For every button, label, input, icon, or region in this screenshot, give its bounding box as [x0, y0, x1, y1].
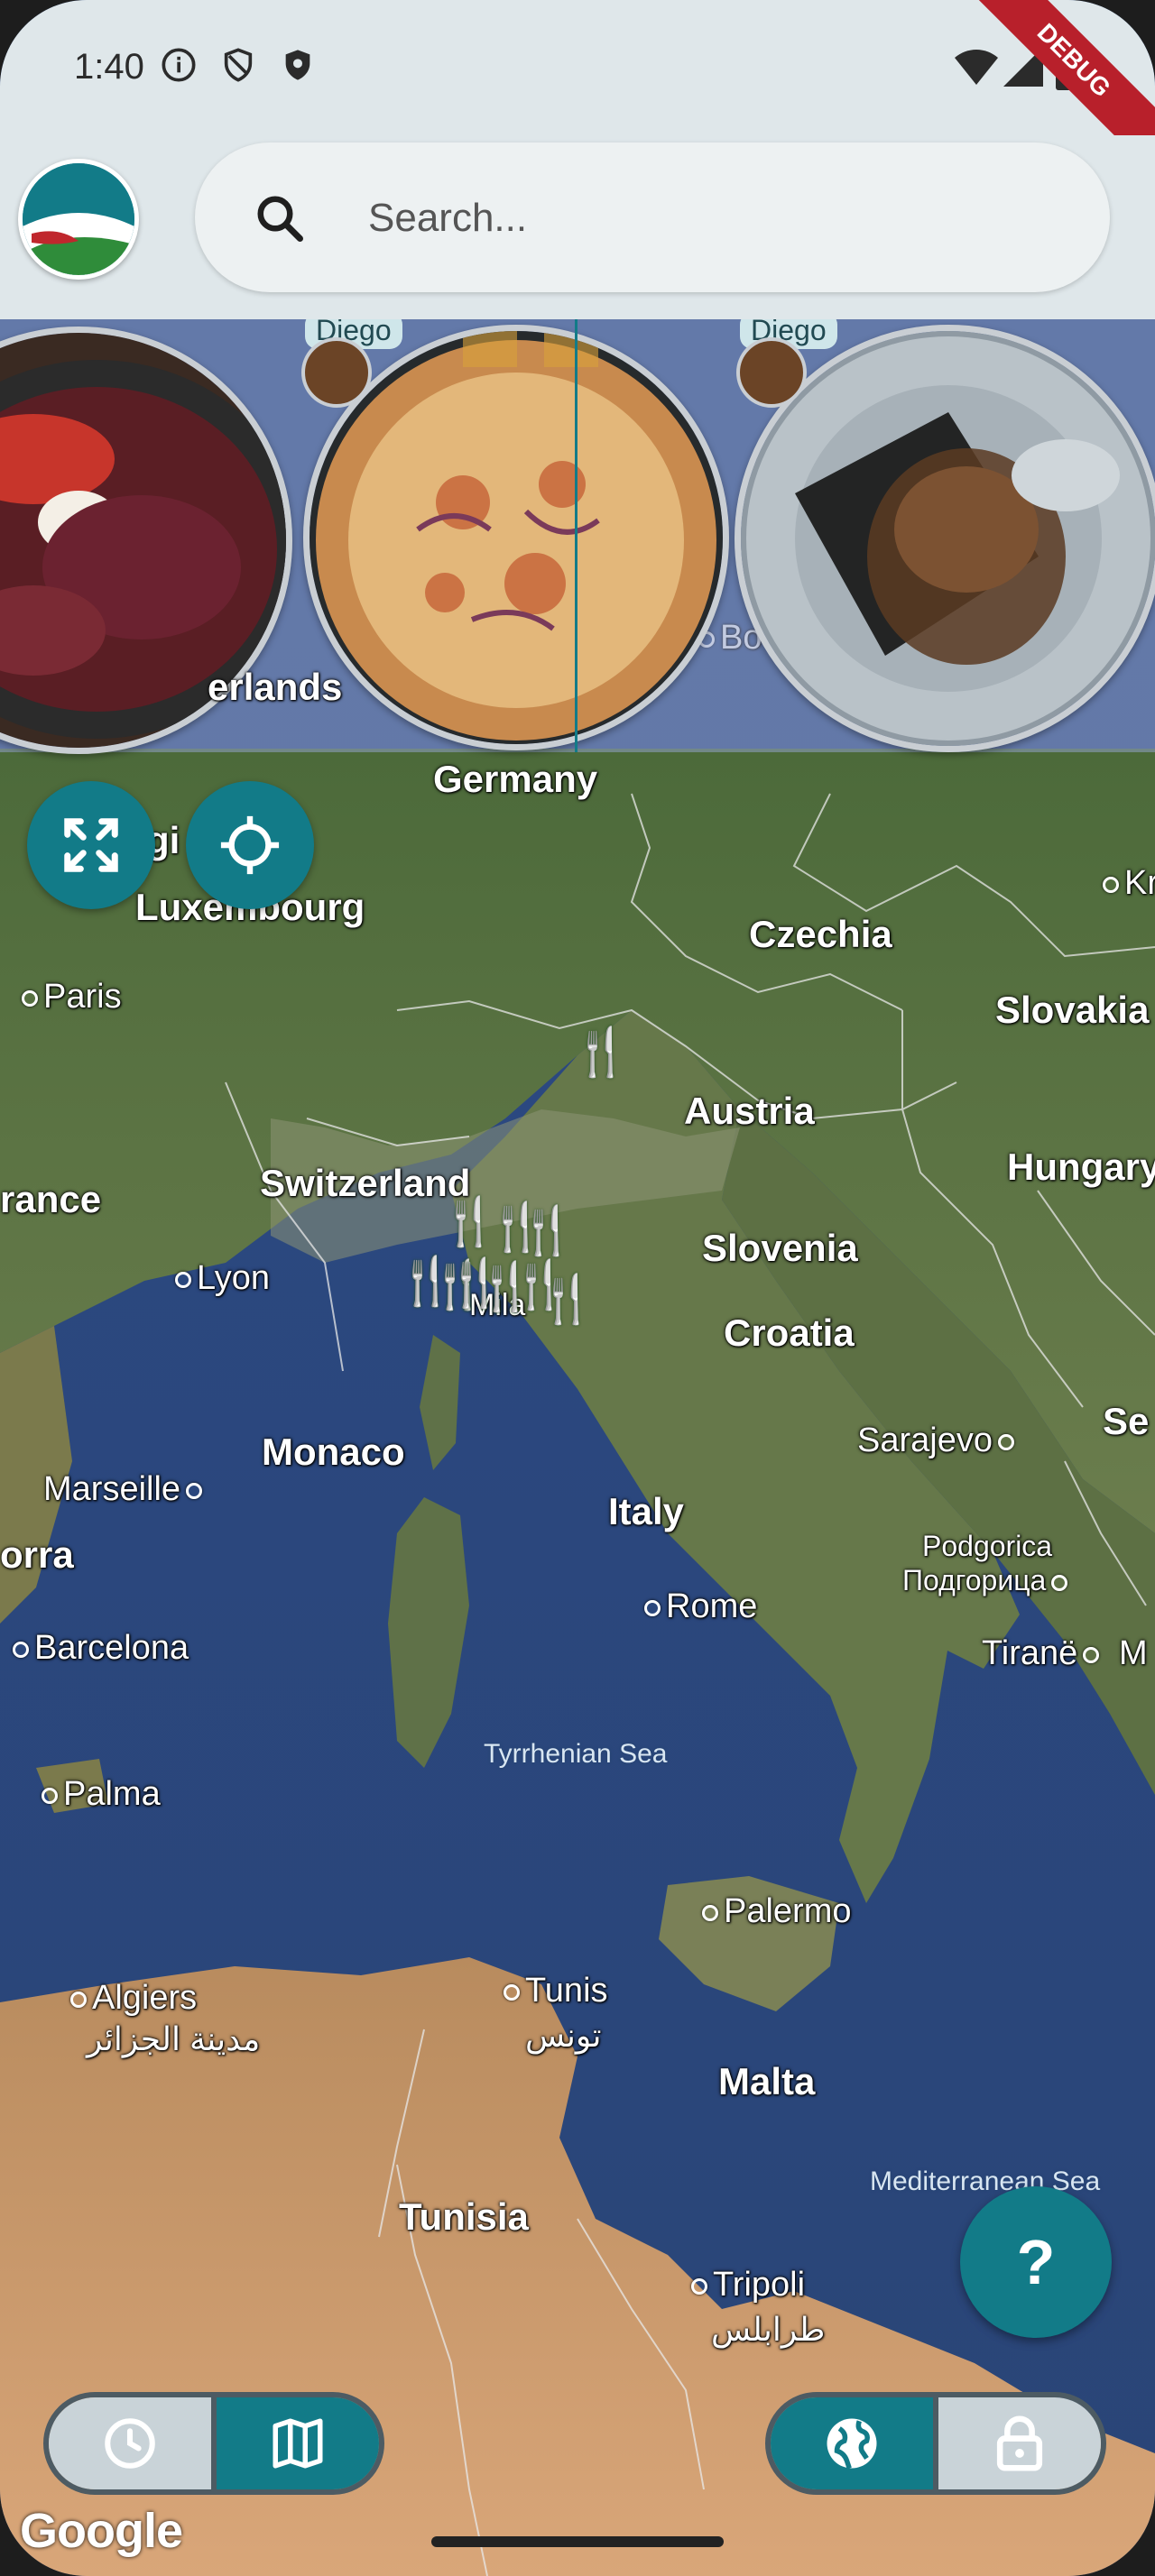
info-icon [162, 48, 196, 82]
user-avatar[interactable] [301, 337, 372, 408]
map-label-city: Podgorica [922, 1530, 1053, 1562]
user-avatar[interactable] [736, 337, 807, 408]
map-label-country: Malta [718, 2060, 816, 2102]
clock-icon [105, 2418, 155, 2469]
app-logo-image [23, 163, 134, 275]
map-label-country: Slovakia [995, 989, 1150, 1031]
map-label-sea: Tyrrhenian Sea [484, 1739, 668, 1769]
lock-icon [996, 2415, 1043, 2471]
public-button[interactable] [771, 2397, 933, 2489]
map-label-city: Tripoli [686, 2266, 805, 2305]
map-label-country: Slovenia [702, 1227, 858, 1269]
map-label-city: Rome [639, 1587, 757, 1626]
map-icon [273, 2418, 323, 2469]
search-bar[interactable] [195, 143, 1110, 292]
fullscreen-button[interactable] [27, 781, 155, 909]
map-label-country: Czechia [749, 913, 892, 955]
wifi-icon [955, 50, 998, 85]
map-label-city: Sarajevo [857, 1421, 1020, 1460]
map-label-country: Croatia [724, 1311, 855, 1354]
map-label-country: rance [0, 1178, 102, 1220]
map-label-country: Austria [684, 1090, 815, 1132]
globe-icon [827, 2418, 877, 2470]
map-label-city: Algiers [65, 1979, 197, 2018]
map-label-city: طرابلس [711, 2311, 826, 2348]
map-label-city: Lyon [170, 1259, 270, 1298]
map-label-country: Italy [608, 1490, 685, 1532]
status-time: 1:40 [74, 47, 144, 87]
map-label-city: Palermo [697, 1892, 852, 1931]
my-location-button[interactable] [186, 781, 314, 909]
map-label-country: Switzerland [260, 1162, 471, 1204]
help-button[interactable]: ? [960, 2186, 1112, 2338]
map-label-city: Palma [36, 1775, 161, 1814]
crosshair-icon [220, 815, 280, 875]
map-view-button[interactable] [211, 2397, 379, 2489]
restaurant-pin-icon[interactable]: 🍴 [518, 1203, 577, 1258]
food-photo-image [741, 331, 1155, 746]
map-label-country: erlands [208, 666, 343, 708]
home-indicator[interactable] [431, 2536, 724, 2547]
phone-screen: Germany Luxembourg Czechia Slovakia Aust… [0, 0, 1155, 2576]
app-logo[interactable] [18, 159, 139, 280]
food-photo-image [310, 331, 723, 744]
timeline-view-button[interactable] [49, 2397, 211, 2489]
top-app-bar [0, 135, 1155, 319]
view-mode-toggle [43, 2392, 384, 2495]
map-label-city: Tiranë [982, 1634, 1104, 1673]
map-label-country: Hungary [1007, 1145, 1155, 1188]
map-label-country: orra [0, 1533, 74, 1576]
map-label-country: Monaco [262, 1431, 405, 1473]
map-label-city: Tunis [498, 1972, 608, 2010]
shield-outline-icon [224, 48, 253, 82]
visibility-toggle [765, 2392, 1106, 2495]
search-icon [257, 196, 303, 242]
map-label-city: Kr [1097, 864, 1155, 903]
map-label-city: تونس [525, 2017, 602, 2054]
restaurant-pin-icon[interactable]: 🍴 [572, 1025, 631, 1080]
map-label-city: مدينة الجزائر [87, 2020, 261, 2057]
private-button[interactable] [933, 2397, 1101, 2489]
status-bar: 1:40 DEBUG [0, 0, 1155, 174]
fullscreen-icon [64, 818, 118, 872]
map-label-city: Barcelona [7, 1629, 189, 1668]
restaurant-pin-icon[interactable]: 🍴 [538, 1272, 596, 1327]
search-input[interactable] [366, 170, 1056, 267]
map-label-city: Подгорица [902, 1564, 1073, 1597]
food-photo-carousel[interactable]: Diego Diego erlands [0, 312, 1155, 754]
map-label-city: Marseille [43, 1470, 208, 1509]
carousel-center-line [575, 319, 578, 752]
map-label-country: Tunisia [399, 2195, 529, 2238]
google-attribution: Google [20, 2504, 183, 2558]
map-label-city: M [1119, 1634, 1148, 1672]
map-label-country: Se [1103, 1400, 1150, 1442]
map-label-city: Paris [16, 978, 122, 1017]
shield-icon [285, 50, 310, 80]
map-label-country: Germany [433, 758, 598, 800]
